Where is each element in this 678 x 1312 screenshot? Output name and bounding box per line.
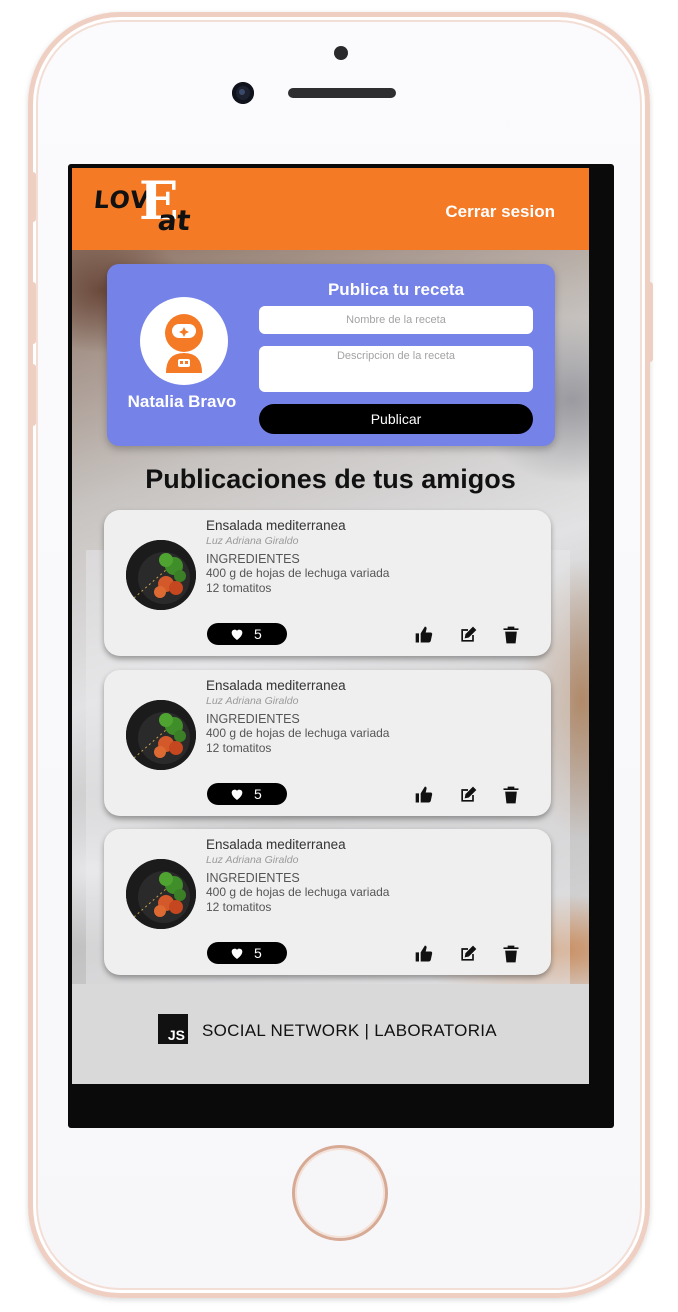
- post-food-image: [126, 700, 196, 770]
- like-counter-button[interactable]: 5: [207, 783, 287, 805]
- footer-text: SOCIAL NETWORK | LABORATORIA: [202, 1021, 497, 1040]
- js-logo: JS: [158, 1014, 188, 1044]
- post-card: Ensalada mediterranea Luz Adriana Girald…: [104, 510, 551, 656]
- post-title: Ensalada mediterranea: [206, 837, 346, 852]
- thumbs-up-icon[interactable]: [414, 785, 434, 805]
- front-camera: [232, 82, 254, 104]
- thumbs-up-icon[interactable]: [414, 625, 434, 645]
- edit-icon[interactable]: [458, 625, 478, 645]
- post-ingredient-line: 12 tomatitos: [206, 581, 272, 595]
- home-button[interactable]: [292, 1145, 388, 1241]
- app-view: LOV E at Cerrar sesion Natalia Bravo Pub…: [72, 168, 589, 1084]
- like-counter-button[interactable]: 5: [207, 942, 287, 964]
- post-card: Ensalada mediterranea Luz Adriana Girald…: [104, 670, 551, 816]
- trash-icon[interactable]: [501, 785, 521, 805]
- publish-button[interactable]: Publicar: [259, 404, 533, 434]
- app-footer: JS SOCIAL NETWORK | LABORATORIA: [72, 984, 589, 1084]
- earpiece-speaker: [288, 88, 396, 98]
- like-count: 5: [254, 626, 262, 642]
- like-count: 5: [254, 945, 262, 961]
- app-logo[interactable]: LOV E at: [93, 176, 193, 242]
- recipe-description-input[interactable]: [259, 346, 533, 392]
- logout-link[interactable]: Cerrar sesion: [445, 202, 555, 222]
- publish-form-title: Publica tu receta: [327, 280, 465, 299]
- post-ingredients-label: INGREDIENTES: [206, 712, 300, 726]
- post-author[interactable]: Luz Adriana Giraldo: [206, 854, 298, 866]
- post-ingredient-line: 400 g de hojas de lechuga variada: [206, 885, 390, 899]
- feed-title: Publicaciones de tus amigos: [145, 464, 516, 494]
- profile-user-name: Natalia Bravo: [127, 392, 237, 411]
- app-header: LOV E at Cerrar sesion: [72, 168, 589, 250]
- astronaut-avatar-icon: [165, 314, 203, 373]
- volume-up-button: [30, 282, 36, 344]
- volume-down-button: [30, 364, 36, 426]
- avatar: [140, 297, 228, 385]
- post-ingredient-line: 12 tomatitos: [206, 741, 272, 755]
- like-count: 5: [254, 786, 262, 802]
- thumbs-up-icon[interactable]: [414, 944, 434, 964]
- heart-icon: [231, 629, 243, 640]
- post-author[interactable]: Luz Adriana Giraldo: [206, 535, 298, 547]
- phone-screen: LOV E at Cerrar sesion Natalia Bravo Pub…: [68, 164, 614, 1128]
- recipe-name-input[interactable]: [259, 306, 533, 334]
- post-ingredients-label: INGREDIENTES: [206, 871, 300, 885]
- post-ingredient-line: 400 g de hojas de lechuga variada: [206, 726, 390, 740]
- post-food-image: [126, 859, 196, 929]
- edit-icon[interactable]: [458, 944, 478, 964]
- post-author[interactable]: Luz Adriana Giraldo: [206, 695, 298, 707]
- post-food-image: [126, 540, 196, 610]
- heart-icon: [231, 948, 243, 959]
- post-ingredient-line: 12 tomatitos: [206, 900, 272, 914]
- power-button: [647, 282, 653, 362]
- trash-icon[interactable]: [501, 625, 521, 645]
- edit-icon[interactable]: [458, 785, 478, 805]
- post-card: Ensalada mediterranea Luz Adriana Girald…: [104, 829, 551, 975]
- post-ingredients-label: INGREDIENTES: [206, 552, 300, 566]
- post-ingredient-line: 400 g de hojas de lechuga variada: [206, 566, 390, 580]
- post-title: Ensalada mediterranea: [206, 518, 346, 533]
- post-title: Ensalada mediterranea: [206, 678, 346, 693]
- js-logo-text: JS: [167, 1027, 185, 1043]
- heart-icon: [231, 789, 243, 800]
- like-counter-button[interactable]: 5: [207, 623, 287, 645]
- profile-card: Natalia Bravo Publica tu receta Publicar: [107, 264, 555, 446]
- trash-icon[interactable]: [501, 944, 521, 964]
- mute-switch: [30, 172, 36, 222]
- proximity-sensor: [334, 46, 348, 60]
- logo-text-at: at: [156, 204, 193, 237]
